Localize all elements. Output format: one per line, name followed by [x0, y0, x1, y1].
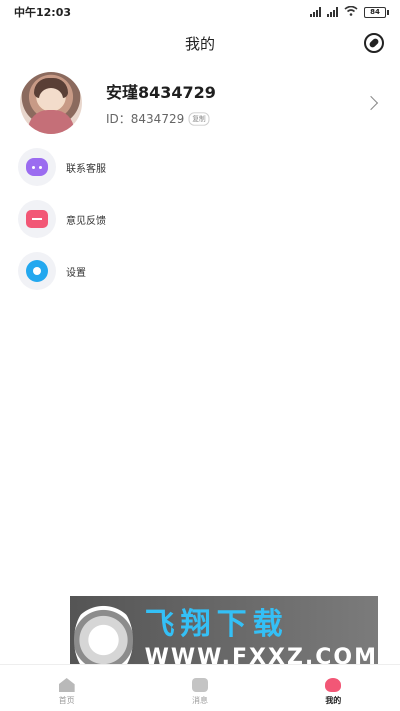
user-id: ID：8434729 — [106, 112, 185, 126]
page-header: 我的 — [0, 28, 400, 58]
tab-profile[interactable]: 我的 — [267, 665, 400, 711]
menu-list: 联系客服 意见反馈 设置 — [0, 141, 400, 297]
page-title: 我的 — [184, 34, 215, 53]
status-icons: 84 — [310, 5, 389, 19]
avatar[interactable] — [20, 72, 82, 134]
copy-id-button[interactable]: 复制 — [188, 111, 210, 126]
chat-icon — [18, 148, 56, 186]
home-icon — [58, 678, 75, 692]
settings-icon — [18, 252, 56, 290]
status-bar: 中午12:03 84 — [0, 0, 400, 24]
compass-icon[interactable] — [364, 33, 384, 53]
menu-item-settings[interactable]: 设置 — [0, 245, 400, 297]
profile-icon — [325, 678, 342, 692]
tab-messages[interactable]: 消息 — [133, 665, 266, 711]
menu-item-label: 意见反馈 — [66, 215, 106, 227]
menu-item-feedback[interactable]: 意见反馈 — [0, 193, 400, 245]
chevron-right-icon[interactable] — [363, 95, 379, 111]
watermark-title: 飞翔下载 — [144, 607, 289, 642]
message-icon — [191, 678, 208, 692]
profile-card[interactable]: 安瑾8434729 ID：8434729 复制 — [0, 68, 400, 138]
user-id-row: ID：8434729 复制 — [106, 110, 366, 127]
menu-item-label: 设置 — [66, 267, 86, 279]
signal-icon — [310, 7, 321, 17]
wifi-icon — [344, 5, 358, 19]
tab-home[interactable]: 首页 — [0, 665, 133, 711]
tab-label: 首页 — [58, 696, 75, 705]
menu-item-label: 联系客服 — [66, 163, 106, 175]
battery-icon: 84 — [364, 6, 389, 18]
status-time: 中午12:03 — [14, 6, 72, 19]
signal-icon — [327, 7, 338, 17]
tab-label: 消息 — [191, 696, 208, 705]
tab-label: 我的 — [325, 696, 342, 705]
username: 安瑾8434729 — [106, 83, 216, 102]
profile-info: 安瑾8434729 ID：8434729 复制 — [106, 79, 366, 127]
bottom-tab-bar: 首页 消息 我的 — [0, 664, 400, 711]
menu-item-customer-service[interactable]: 联系客服 — [0, 141, 400, 193]
feedback-icon — [18, 200, 56, 238]
